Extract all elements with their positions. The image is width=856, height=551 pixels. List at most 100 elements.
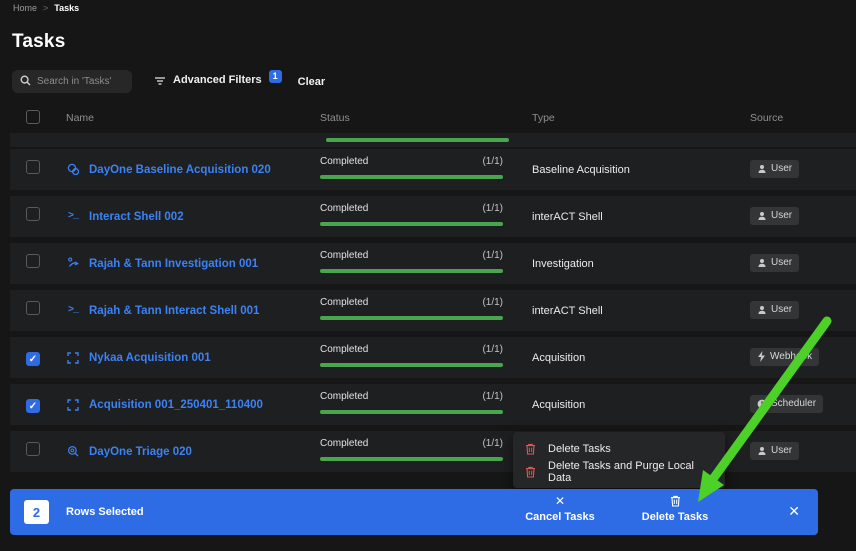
search-box[interactable] [12,70,132,93]
status-cell: Completed (1/1) [320,290,503,320]
task-name-link[interactable]: Interact Shell 002 [89,211,184,223]
task-type: Investigation [532,258,750,270]
task-name-link[interactable]: Acquisition 001_250401_110400 [89,399,263,411]
source-badge: Scheduler [750,395,823,413]
table-row[interactable]: DayOne Baseline Acquisition 020 Complete… [10,149,856,190]
source-badge: User [750,442,799,460]
column-header-type[interactable]: Type [532,112,750,124]
progress-bar [326,138,509,142]
row-checkbox[interactable] [26,160,40,174]
filter-icon [154,73,166,91]
row-checkbox[interactable] [26,254,40,268]
cancel-tasks-button[interactable]: ✕ Cancel Tasks [510,494,610,523]
status-cell: Completed (1/1) [320,149,503,179]
investigation-icon [66,257,80,270]
row-checkbox[interactable] [26,207,40,221]
user-icon [757,258,767,268]
progress-bar [320,269,503,273]
status-label: Completed [320,297,368,308]
breadcrumb-home[interactable]: Home [13,3,37,13]
progress-fraction: (1/1) [482,391,503,402]
filter-count-badge: 1 [269,70,282,83]
baseline-acquisition-icon [66,163,80,176]
progress-bar [320,222,503,226]
source-badge: User [750,301,799,319]
status-label: Completed [320,156,368,167]
close-selection-bar-icon[interactable]: ✕ [788,502,800,520]
source-badge: User [750,254,799,272]
progress-fraction: (1/1) [482,203,503,214]
task-type: interACT Shell [532,305,750,317]
progress-fraction: (1/1) [482,438,503,449]
status-cell: Completed(1/1) [320,431,503,461]
task-name-link[interactable]: Rajah & Tann Interact Shell 001 [89,305,259,317]
user-icon [757,305,767,315]
task-type: Baseline Acquisition [532,164,750,176]
delete-tasks-button[interactable]: Delete Tasks [625,494,725,523]
selection-bar: 2 Rows Selected ✕ Cancel Tasks Delete Ta… [10,489,818,535]
toolbar: Advanced Filters 1 Clear [12,70,325,93]
status-label: Completed [320,203,368,214]
table-body: DayOne Baseline Acquisition 020 Complete… [10,149,856,478]
progress-bar [320,363,503,367]
user-icon [757,211,767,221]
task-type: Acquisition [532,399,750,411]
status-cell: Completed (1/1) [320,384,503,414]
table-row[interactable]: Rajah & Tann Investigation 001 Completed… [10,243,856,284]
row-checkbox[interactable] [26,301,40,315]
status-cell: Completed(1/1) [320,337,503,367]
select-all-checkbox[interactable] [26,110,40,124]
selected-count: 2 [24,500,49,524]
tasks-page: Home > Tasks Tasks Advanced Filters 1 Cl… [0,0,856,551]
table-row[interactable]: >_ Rajah & Tann Interact Shell 001 Compl… [10,290,856,331]
task-name-link[interactable]: DayOne Baseline Acquisition 020 [89,164,271,176]
status-cell: Completed (1/1) [320,196,503,226]
advanced-filters-button[interactable]: Advanced Filters 1 [154,73,282,91]
table-row[interactable]: >_ Interact Shell 002 Completed(1/1) int… [10,196,856,237]
column-header-name[interactable]: Name [66,112,320,124]
task-name-link[interactable]: Rajah & Tann Investigation 001 [89,258,258,270]
terminal-icon: >_ [66,305,80,316]
page-title: Tasks [12,31,65,53]
menu-item-delete-tasks-purge[interactable]: Delete Tasks and Purge Local Data [513,460,725,483]
column-header-source[interactable]: Source [750,112,856,124]
status-label: Completed [320,250,368,261]
clear-filters-button[interactable]: Clear [298,76,326,88]
user-icon [757,446,767,456]
task-type: interACT Shell [532,211,750,223]
task-type: Acquisition [532,352,750,364]
breadcrumb-separator: > [43,3,48,13]
trash-icon [525,443,536,455]
menu-item-delete-tasks[interactable]: Delete Tasks [513,437,725,460]
row-checkbox[interactable]: ✓ [26,352,40,366]
rows-selected-label: Rows Selected [66,506,144,518]
trash-icon [670,494,681,507]
triage-icon [66,445,80,458]
table-row[interactable]: ✓ Acquisition 001_250401_110400 Complete… [10,384,856,425]
status-label: Completed [320,391,368,402]
row-checkbox[interactable]: ✓ [26,399,40,413]
table-row-partial [10,133,856,147]
progress-fraction: (1/1) [482,156,503,167]
task-name-link[interactable]: DayOne Triage 020 [89,446,192,458]
progress-fraction: (1/1) [482,297,503,308]
status-label: Completed [320,344,368,355]
progress-bar [320,316,503,320]
table-header: Name Status Type Source [10,106,856,130]
row-checkbox[interactable] [26,442,40,456]
scheduler-icon [757,399,767,409]
progress-bar [320,410,503,414]
column-header-status[interactable]: Status [320,112,532,124]
context-menu: Delete Tasks Delete Tasks and Purge Loca… [513,432,725,488]
table-row[interactable]: ✓ Nykaa Acquisition 001 Completed(1/1) A… [10,337,856,378]
user-icon [757,164,767,174]
search-icon [20,73,31,91]
status-cell: Completed(1/1) [320,243,503,273]
webhook-icon [757,351,766,362]
source-badge: Webhook [750,348,819,366]
task-name-link[interactable]: Nykaa Acquisition 001 [89,352,211,364]
search-input[interactable] [37,76,124,87]
table-row[interactable]: DayOne Triage 020 Completed(1/1) User [10,431,856,472]
cancel-icon: ✕ [555,494,565,507]
source-badge: User [750,207,799,225]
